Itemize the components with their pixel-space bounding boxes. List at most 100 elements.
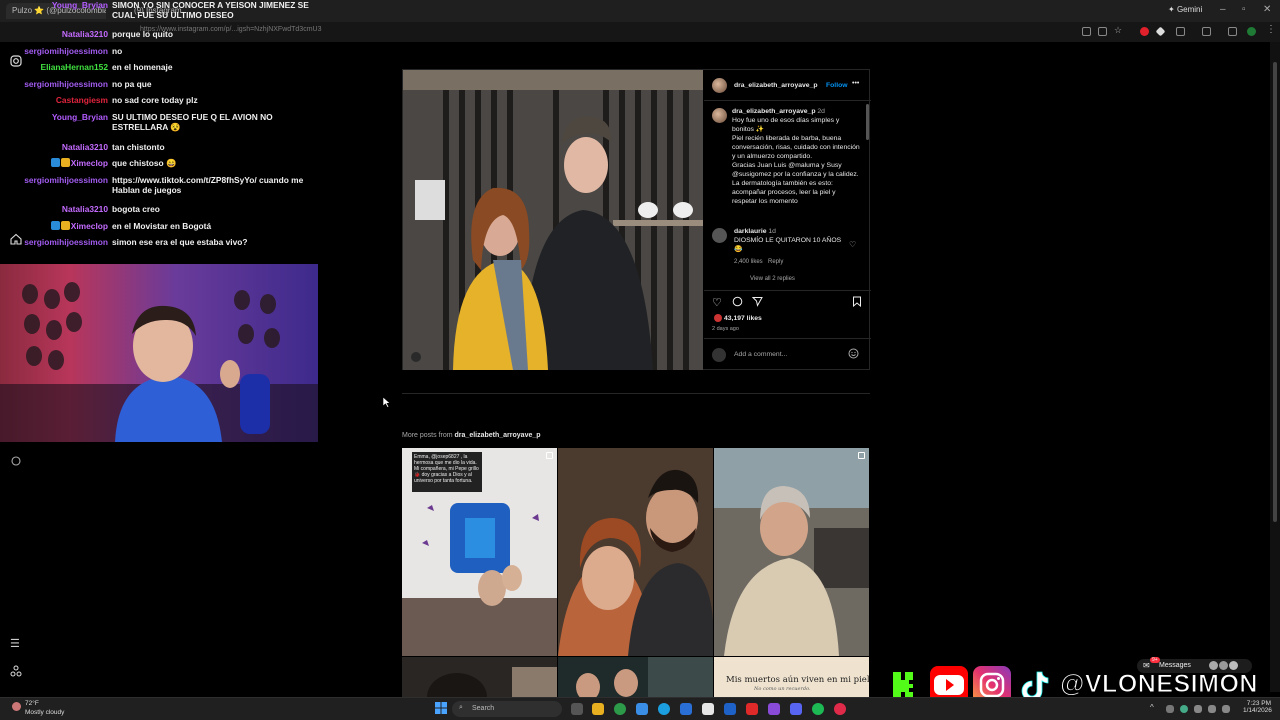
volume-icon[interactable] [1208,705,1216,713]
grid-post[interactable]: Mis muertos aún viven en mi piel. No com… [714,657,869,697]
gemini-button[interactable]: ✦ Gemini [1168,5,1202,14]
wifi-icon[interactable] [1194,705,1202,713]
liker-avatar[interactable] [714,314,722,322]
more-options-icon[interactable]: ••• [852,80,859,87]
post-author[interactable]: dra_elizabeth_arroyave_p [734,82,818,89]
grid-post[interactable] [714,448,869,656]
extension-icon[interactable] [1140,27,1149,36]
user-avatar [712,348,726,362]
battery-icon[interactable] [1222,705,1230,713]
chat-username: sergiomihijoessimon [24,46,108,56]
also-from-meta-icon[interactable] [10,665,22,680]
chat-username: Natalia3210 [61,29,108,39]
file-explorer-icon[interactable] [592,703,604,715]
avatar [1209,661,1218,670]
commenter-avatar[interactable] [712,228,727,243]
stream-chat: Young_Bryian SIMON YO SIN CONOCER A YEIS… [0,0,330,260]
author-avatar[interactable] [712,78,727,93]
weather-temp[interactable]: 72°F [25,700,39,707]
app-icon[interactable] [768,703,780,715]
likes-count[interactable]: 43,197 likes [724,315,762,322]
chrome-icon[interactable] [614,703,626,715]
comment-time: 1d [768,228,776,235]
chat-text: SU ULTIMO DESEO FUE Q EL AVION NO ESTREL… [112,112,273,132]
comment-user[interactable]: darklaurie [734,228,767,235]
chat-text: porque lo quito [112,29,173,39]
translate-icon[interactable] [1098,27,1107,36]
caption-author[interactable]: dra_elizabeth_arroyave_p [732,108,816,115]
chat-text: no pa que [112,79,152,89]
app-icon[interactable] [746,703,758,715]
tray-icon[interactable] [1180,705,1188,713]
chat-text: simon ese era el que estaba vivo? [112,237,248,247]
app-icon[interactable] [702,703,714,715]
bookmark-star-icon[interactable]: ☆ [1114,25,1123,35]
comment-like-icon[interactable]: ♡ [849,240,856,249]
share-icon[interactable] [751,296,763,309]
post-sidebar: dra_elizabeth_arroyave_p Follow ••• dra_… [704,70,871,370]
mouse-cursor [382,395,391,413]
extensions-puzzle-icon[interactable] [1176,27,1185,36]
grid-post[interactable] [558,657,713,697]
menu-dots-icon[interactable]: ⋮ [1266,24,1276,35]
grid-post[interactable] [402,657,557,697]
taskbar-search[interactable]: ⌕ Search [452,701,562,717]
save-bookmark-icon[interactable] [852,296,862,309]
sidebar-icon[interactable] [1228,27,1237,36]
comment-icon[interactable] [732,296,743,309]
app-icon[interactable] [724,703,736,715]
reply-button[interactable]: Reply [768,259,783,265]
chat-username: Natalia3210 [61,204,108,214]
clock[interactable]: 7:23 PM 1/14/2026 [1243,700,1272,714]
maximize-icon[interactable]: ▫ [1242,4,1246,15]
more-posts-author[interactable]: dra_elizabeth_arroyave_p [455,432,541,439]
search-label: Search [472,705,495,712]
close-window-icon[interactable]: ✕ [1263,4,1271,15]
divider [402,393,870,394]
screen-share-icon[interactable] [1082,27,1091,36]
discord-icon[interactable] [790,703,802,715]
app-icon[interactable] [636,703,648,715]
like-heart-icon[interactable]: ♡ [712,296,722,309]
app-icon[interactable] [680,703,692,715]
webcam-feed [0,264,318,442]
profile-avatar[interactable] [1247,27,1256,36]
grid-post-caption: Mis muertos aún viven en mi piel. [726,675,869,685]
task-view-icon[interactable] [571,703,583,715]
comment-likes[interactable]: 2,400 likes [734,259,763,265]
page-scrollbar[interactable] [1270,42,1280,692]
caption-time: 2d [817,108,825,115]
emoji-icon[interactable] [848,348,859,361]
caption-line: Gracias Juan Luis @maluma y Susy @susigo… [732,162,859,178]
comments-scrollbar[interactable] [866,104,869,140]
clock-date: 1/14/2026 [1243,707,1272,714]
grid-post[interactable] [558,448,713,656]
minimize-icon[interactable]: – [1220,4,1226,15]
hamburger-menu-icon[interactable]: ☰ [10,637,20,650]
grid-post[interactable]: Emma, @josep6827 , la hermosa que me dio… [402,448,557,656]
weather-icon[interactable] [12,702,21,711]
app-icon[interactable] [834,703,846,715]
scrollbar-thumb[interactable] [1273,62,1277,522]
weather-desc[interactable]: Mostly cloudy [25,709,64,716]
divider [704,338,871,339]
chat-username: sergiomihijoessimon [24,79,108,89]
view-replies-button[interactable]: View all 2 replies [750,276,795,282]
edge-icon[interactable] [658,703,670,715]
caption-line: Piel recién liberada de barba, buena con… [732,135,860,160]
add-comment-input[interactable]: Add a comment... [734,351,787,358]
downloads-icon[interactable] [1202,27,1211,36]
post-photo[interactable] [403,70,703,370]
search-icon: ⌕ [459,704,463,711]
author-avatar[interactable] [712,108,727,123]
messages-label: Messages [1159,662,1191,669]
windows-start-icon[interactable] [435,702,447,716]
tray-icon[interactable] [1166,705,1174,713]
tray-chevron-icon[interactable]: ^ [1150,703,1154,712]
badge-icon [60,158,70,167]
streamer-handle: @VLONESIMON [1060,670,1258,699]
extension-icon[interactable] [1155,26,1166,37]
spotify-icon[interactable] [812,703,824,715]
threads-icon[interactable] [10,455,22,470]
follow-button[interactable]: Follow [826,82,848,89]
